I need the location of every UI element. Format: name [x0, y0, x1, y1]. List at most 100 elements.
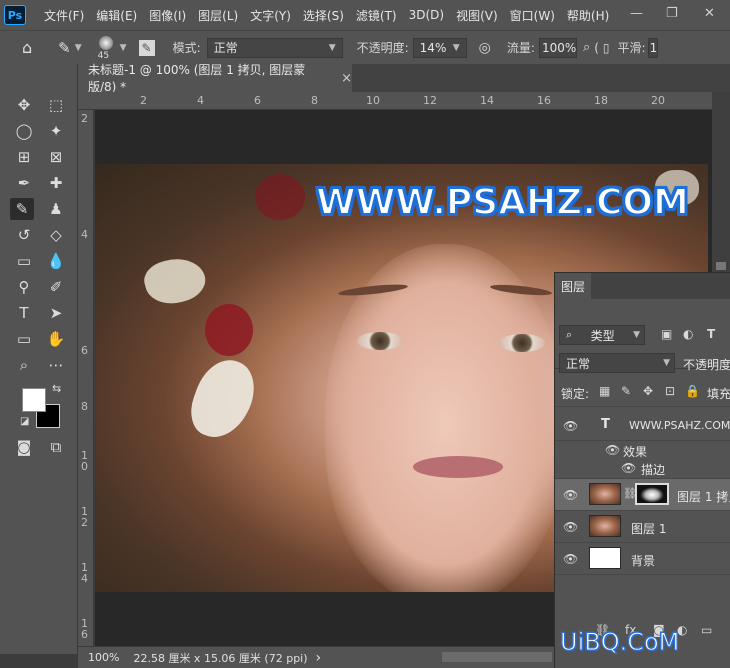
flow-toggle-icon[interactable]: ▯ — [603, 41, 610, 55]
eye-icon[interactable]: 👁 — [563, 488, 578, 502]
pen-tool-icon[interactable]: ✐ — [44, 276, 68, 298]
clone-stamp-tool-icon[interactable]: ♟ — [44, 198, 68, 220]
layer-name[interactable]: 图层 1 拷贝 — [677, 488, 730, 505]
menu-select[interactable]: 选择(S) — [297, 7, 350, 24]
document-tab[interactable]: 未标题-1 @ 100% (图层 1 拷贝, 图层蒙版/8) * × — [78, 63, 352, 94]
lock-position-icon[interactable]: ✥ — [643, 384, 653, 398]
stroke-effect-label[interactable]: 描边 — [641, 461, 665, 478]
layer-thumbnail[interactable] — [589, 547, 621, 569]
type-filter-icon[interactable]: T — [707, 327, 715, 341]
swap-colors-icon[interactable]: ⇆ — [52, 382, 61, 395]
brush-preset-picker[interactable]: 45 — [96, 33, 116, 63]
opacity-field[interactable]: 14% ▼ — [412, 37, 467, 58]
menu-file[interactable]: 文件(F) — [38, 7, 90, 24]
blur-tool-icon[interactable]: 💧 — [44, 250, 68, 272]
type-tool-icon[interactable]: T — [12, 302, 36, 324]
eye-icon[interactable]: 👁 — [605, 443, 620, 457]
search-icon[interactable]: ⌕ — [583, 40, 590, 55]
lock-label: 锁定: — [561, 387, 590, 401]
vertical-scrollbar[interactable] — [712, 92, 730, 272]
smoothing-field[interactable]: 1 — [647, 37, 658, 58]
pressure-opacity-icon[interactable]: ◎ — [479, 40, 491, 56]
chevron-down-icon[interactable]: ▼ — [120, 43, 127, 53]
lock-artboard-icon[interactable]: ⊡ — [665, 384, 675, 398]
move-tool-icon[interactable]: ✥ — [12, 94, 36, 116]
layer-row-background[interactable]: 👁 背景 — [555, 543, 730, 575]
menu-filter[interactable]: 滤镜(T) — [350, 7, 403, 24]
adjustment-filter-icon[interactable]: ◐ — [683, 327, 693, 341]
mode-select[interactable]: 正常 ▼ — [206, 37, 343, 58]
eye-icon[interactable]: 👁 — [563, 552, 578, 566]
layer-filter-select[interactable]: ⌕ 类型 ▼ — [559, 325, 645, 345]
brush-tool-icon[interactable]: ✎ — [10, 198, 34, 220]
layer-effect-stroke-row[interactable]: 👁 描边 — [555, 459, 730, 479]
layer-name[interactable]: 背景 — [631, 552, 655, 569]
eraser-tool-icon[interactable]: ◇ — [44, 224, 68, 246]
eye-icon[interactable]: 👁 — [621, 461, 636, 475]
eye-icon[interactable]: 👁 — [563, 520, 578, 534]
brush-tool-icon[interactable]: ✎ — [58, 39, 71, 57]
menu-3d[interactable]: 3D(D) — [403, 8, 450, 22]
effects-label[interactable]: 效果 — [623, 443, 647, 460]
home-icon[interactable]: ⌂ — [22, 38, 32, 57]
chevron-down-icon[interactable]: ▼ — [75, 43, 82, 53]
rectangle-tool-icon[interactable]: ▭ — [12, 328, 36, 350]
eye-icon[interactable]: 👁 — [563, 419, 578, 433]
menu-layer[interactable]: 图层(L) — [192, 7, 244, 24]
healing-brush-tool-icon[interactable]: ✚ — [44, 172, 68, 194]
layer-thumbnail[interactable] — [589, 515, 621, 537]
lasso-tool-icon[interactable]: ◯ — [12, 120, 36, 142]
status-arrow-icon[interactable]: › — [316, 650, 322, 666]
more-tools-icon[interactable]: ⋯ — [44, 354, 68, 376]
layer-row-pixel[interactable]: 👁 图层 1 — [555, 511, 730, 543]
minimize-button[interactable]: — — [630, 6, 643, 21]
zoom-level[interactable]: 100% — [88, 651, 119, 664]
tab-layers[interactable]: 图层 — [555, 273, 591, 299]
hand-tool-icon[interactable]: ✋ — [44, 328, 68, 350]
horizontal-ruler: 2 4 6 8 10 12 14 16 18 20 — [78, 92, 712, 110]
eyedropper-tool-icon[interactable]: ✒ — [12, 172, 36, 194]
brush-settings-icon[interactable]: ✎ — [138, 39, 155, 56]
menu-help[interactable]: 帮助(H) — [561, 7, 615, 24]
menu-type[interactable]: 文字(Y) — [244, 7, 297, 24]
magic-wand-tool-icon[interactable]: ✦ — [44, 120, 68, 142]
horizontal-scrollbar[interactable] — [442, 652, 552, 662]
history-brush-tool-icon[interactable]: ↺ — [12, 224, 36, 246]
gradient-tool-icon[interactable]: ▭ — [12, 250, 36, 272]
new-group-icon[interactable]: ▭ — [701, 623, 712, 637]
zoom-tool-icon[interactable]: ⌕ — [12, 354, 36, 376]
close-tab-icon[interactable]: × — [341, 71, 352, 86]
blend-mode-select[interactable]: 正常 ▼ — [559, 353, 675, 373]
layer-effects-row[interactable]: 👁 效果 — [555, 441, 730, 459]
airbrush-icon[interactable]: ( — [594, 41, 599, 55]
flow-field[interactable]: 100% — [538, 37, 577, 58]
menu-image[interactable]: 图像(I) — [143, 7, 192, 24]
close-window-button[interactable]: ✕ — [704, 6, 715, 21]
menu-edit[interactable]: 编辑(E) — [90, 7, 143, 24]
ruler-tick: 1 0 — [81, 449, 88, 473]
screen-mode-icon[interactable]: ⧉ — [44, 436, 68, 458]
layer-name[interactable]: WWW.PSAHZ.COM — [629, 419, 730, 432]
marquee-tool-icon[interactable]: ⬚ — [44, 94, 68, 116]
layer-row-masked[interactable]: 👁 ⛓ 图层 1 拷贝 — [555, 479, 730, 511]
quick-mask-icon[interactable]: ◙ — [12, 436, 36, 458]
lock-pixels-icon[interactable]: ✎ — [621, 384, 631, 398]
lock-transparency-icon[interactable]: ▦ — [599, 384, 610, 398]
layer-mask-thumbnail[interactable] — [635, 483, 669, 505]
frame-tool-icon[interactable]: ⊠ — [44, 146, 68, 168]
default-colors-icon[interactable]: ◪ — [20, 416, 29, 427]
layer-thumbnail[interactable] — [589, 483, 621, 505]
lock-all-icon[interactable]: 🔒 — [685, 384, 700, 398]
dodge-tool-icon[interactable]: ⚲ — [12, 276, 36, 298]
crop-tool-icon[interactable]: ⊞ — [12, 146, 36, 168]
menu-view[interactable]: 视图(V) — [450, 7, 504, 24]
path-selection-tool-icon[interactable]: ➤ — [44, 302, 68, 324]
layer-row-text[interactable]: 👁 T WWW.PSAHZ.COM — [555, 411, 730, 441]
restore-button[interactable]: ❐ — [666, 6, 678, 21]
brush-tip-icon — [98, 35, 113, 50]
image-filter-icon[interactable]: ▣ — [661, 327, 672, 341]
foreground-color-swatch[interactable] — [22, 388, 46, 412]
scroll-thumb[interactable] — [716, 262, 726, 270]
layer-name[interactable]: 图层 1 — [631, 520, 666, 537]
menu-window[interactable]: 窗口(W) — [504, 7, 561, 24]
